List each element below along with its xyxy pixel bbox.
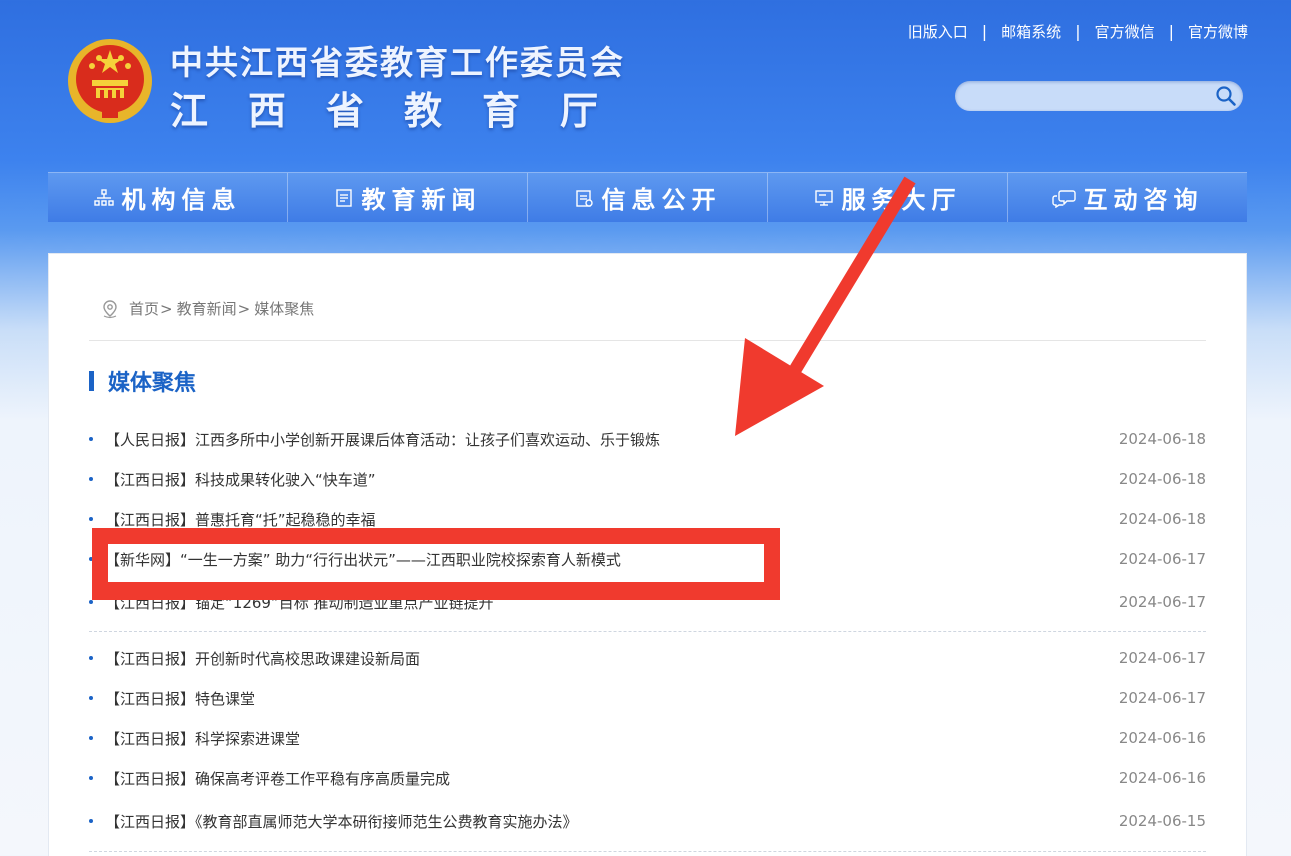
separator: | xyxy=(981,22,988,41)
news-date: 2024-06-17 xyxy=(1118,689,1206,707)
divider xyxy=(89,340,1206,341)
search-icon[interactable] xyxy=(1215,85,1237,107)
site-title-line1: 中共江西省委教育工作委员会 xyxy=(170,43,625,82)
weibo-link[interactable]: 官方微博 xyxy=(1188,21,1248,42)
breadcrumb-separator: > xyxy=(237,299,251,318)
location-pin-icon xyxy=(103,299,117,318)
chat-bubbles-icon xyxy=(1051,189,1076,208)
bullet-icon xyxy=(89,517,93,521)
clipboard-icon xyxy=(575,189,593,207)
bullet-icon xyxy=(89,437,93,441)
news-title[interactable]: 【江西日报】《教育部直属师范大学本研衔接师范生公费教育实施办法》 xyxy=(105,811,1116,832)
news-date: 2024-06-16 xyxy=(1118,769,1206,787)
nav-education-news[interactable]: 教育新闻 xyxy=(288,173,528,222)
breadcrumb: 首页 > 教育新闻 > 媒体聚焦 xyxy=(101,298,314,319)
bullet-icon xyxy=(89,776,93,780)
nav-label: 教育新闻 xyxy=(361,186,482,214)
news-item[interactable]: 【人民日报】江西多所中小学创新开展课后体育活动：让孩子们喜欢运动、乐于锻炼 202… xyxy=(89,427,1206,451)
news-item[interactable]: 【江西日报】科学探索进课堂 2024-06-16 xyxy=(89,726,1206,750)
bullet-icon xyxy=(89,696,93,700)
breadcrumb-separator: > xyxy=(160,299,173,318)
org-chart-icon xyxy=(93,188,114,206)
nav-org-info[interactable]: 机构信息 xyxy=(48,173,288,222)
news-title[interactable]: 【江西日报】确保高考评卷工作平稳有序高质量完成 xyxy=(105,768,1116,789)
news-item[interactable]: 【江西日报】特色课堂 2024-06-17 xyxy=(89,686,1206,710)
breadcrumb-education-news[interactable]: 教育新闻 xyxy=(177,298,237,319)
document-icon xyxy=(335,188,352,207)
news-date: 2024-06-17 xyxy=(1118,593,1206,611)
news-title[interactable]: 【人民日报】江西多所中小学创新开展课后体育活动：让孩子们喜欢运动、乐于锻炼 xyxy=(105,429,1116,450)
news-date: 2024-06-17 xyxy=(1118,550,1206,568)
breadcrumb-media-focus[interactable]: 媒体聚焦 xyxy=(254,298,314,319)
news-title[interactable]: 【江西日报】特色课堂 xyxy=(105,688,1116,709)
search-box xyxy=(955,81,1243,111)
red-arrow-annotation xyxy=(735,176,916,436)
news-item[interactable]: 【江西日报】开创新时代高校思政课建设新局面 2024-06-17 xyxy=(89,646,1206,670)
nav-label: 信息公开 xyxy=(601,186,722,214)
bullet-icon xyxy=(89,819,93,823)
news-title[interactable]: 【江西日报】科学探索进课堂 xyxy=(105,728,1116,749)
news-item[interactable]: 【江西日报】科技成果转化驶入“快车道” 2024-06-18 xyxy=(89,467,1206,491)
news-title[interactable]: 【江西日报】科技成果转化驶入“快车道” xyxy=(105,469,1116,490)
group-divider xyxy=(89,851,1206,852)
mail-system-link[interactable]: 邮箱系统 xyxy=(1001,21,1061,42)
top-links: 旧版入口 | 邮箱系统 | 官方微信 | 官方微博 xyxy=(908,21,1248,42)
section-title: 媒体聚焦 xyxy=(108,371,197,396)
nav-label: 互动咨询 xyxy=(1083,186,1204,214)
separator: | xyxy=(1075,22,1081,41)
group-divider xyxy=(89,631,1206,632)
nav-label: 机构信息 xyxy=(121,186,242,214)
highlight-box-annotation xyxy=(92,528,780,600)
news-date: 2024-06-15 xyxy=(1118,812,1206,830)
breadcrumb-home[interactable]: 首页 xyxy=(129,298,159,319)
news-item[interactable]: 【江西日报】确保高考评卷工作平稳有序高质量完成 2024-06-16 xyxy=(89,766,1206,790)
main-nav: 机构信息 教育新闻 信息公开 服务大厅 互动 xyxy=(48,172,1247,222)
bullet-icon xyxy=(89,477,93,481)
national-emblem-icon xyxy=(68,39,152,123)
search-input[interactable] xyxy=(969,85,1209,107)
news-date: 2024-06-18 xyxy=(1118,430,1206,448)
news-title[interactable]: 【江西日报】普惠托育“托”起稳稳的幸福 xyxy=(105,509,1116,530)
news-date: 2024-06-18 xyxy=(1118,470,1206,488)
bullet-icon xyxy=(89,656,93,660)
news-item[interactable]: 【江西日报】《教育部直属师范大学本研衔接师范生公费教育实施办法》 2024-06-… xyxy=(89,809,1206,833)
heading-accent-bar xyxy=(89,371,94,391)
old-version-link[interactable]: 旧版入口 xyxy=(908,21,968,42)
news-date: 2024-06-18 xyxy=(1118,510,1206,528)
separator: | xyxy=(1168,22,1174,41)
site-title-line2: 江西省教育厅 xyxy=(170,89,639,133)
bullet-icon xyxy=(89,600,93,604)
news-title[interactable]: 【江西日报】开创新时代高校思政课建设新局面 xyxy=(105,648,1116,669)
news-date: 2024-06-17 xyxy=(1118,649,1206,667)
news-date: 2024-06-16 xyxy=(1118,729,1206,747)
section-heading: 媒体聚焦 xyxy=(89,366,196,396)
bullet-icon xyxy=(89,736,93,740)
nav-interactive-consult[interactable]: 互动咨询 xyxy=(1008,173,1247,222)
wechat-link[interactable]: 官方微信 xyxy=(1095,21,1155,42)
